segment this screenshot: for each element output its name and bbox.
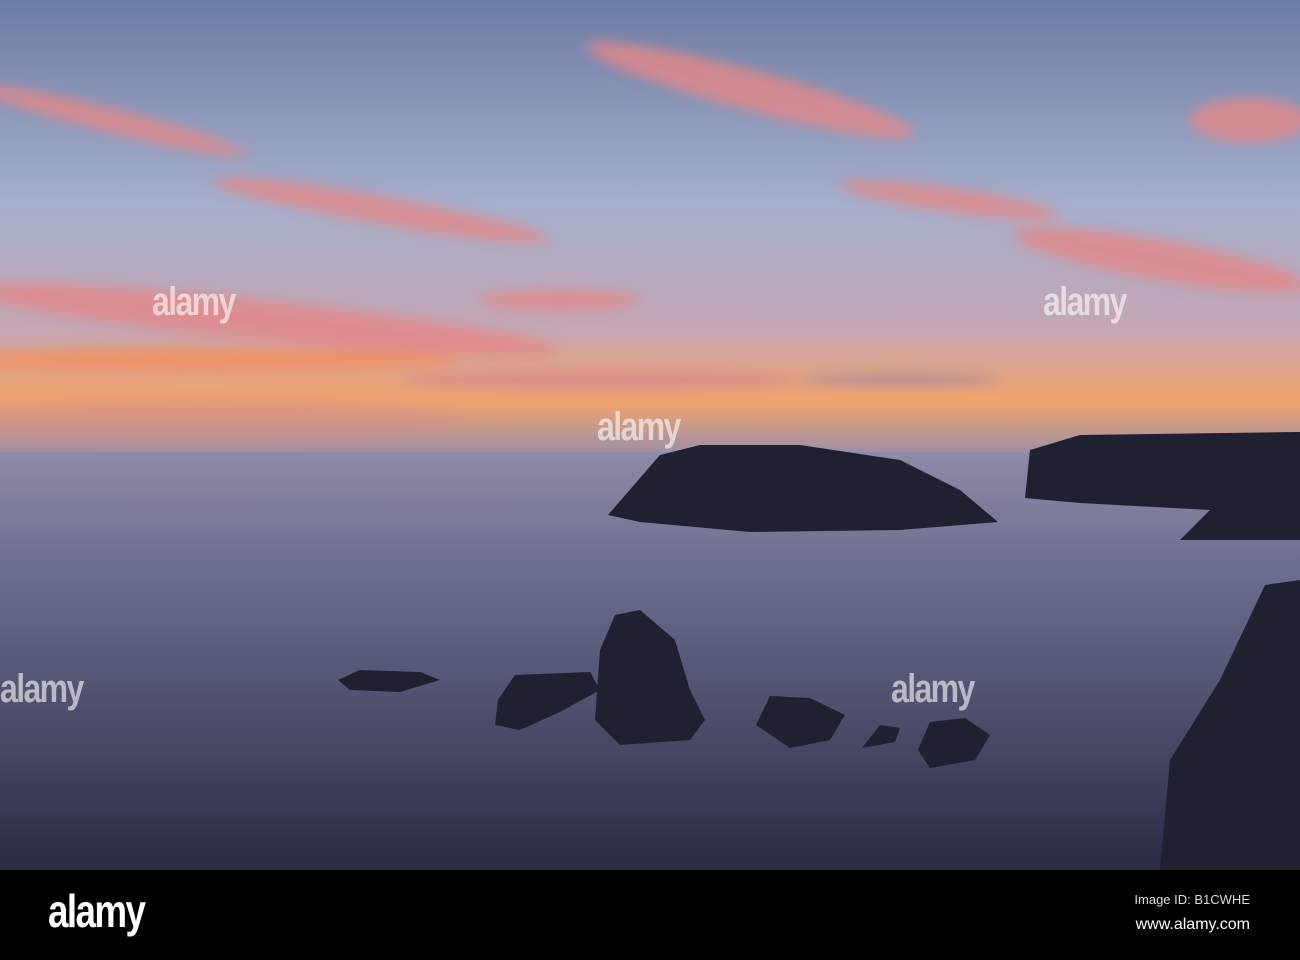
watermark: alamy: [1043, 280, 1127, 324]
alamy-logo: alamy: [48, 885, 146, 937]
footer-bar: alamy Image ID: B1CWHE www.alamy.com: [0, 870, 1300, 960]
watermark: alamy: [0, 667, 84, 711]
website-link[interactable]: www.alamy.com: [1136, 916, 1250, 934]
image-id: Image ID: B1CWHE: [1134, 892, 1250, 907]
watermark: alamy: [152, 280, 236, 324]
watermark: alamy: [891, 667, 975, 711]
stock-photo: alamy alamy alamy alamy alamy alamy Imag…: [0, 0, 1300, 960]
watermark: alamy: [597, 405, 681, 449]
